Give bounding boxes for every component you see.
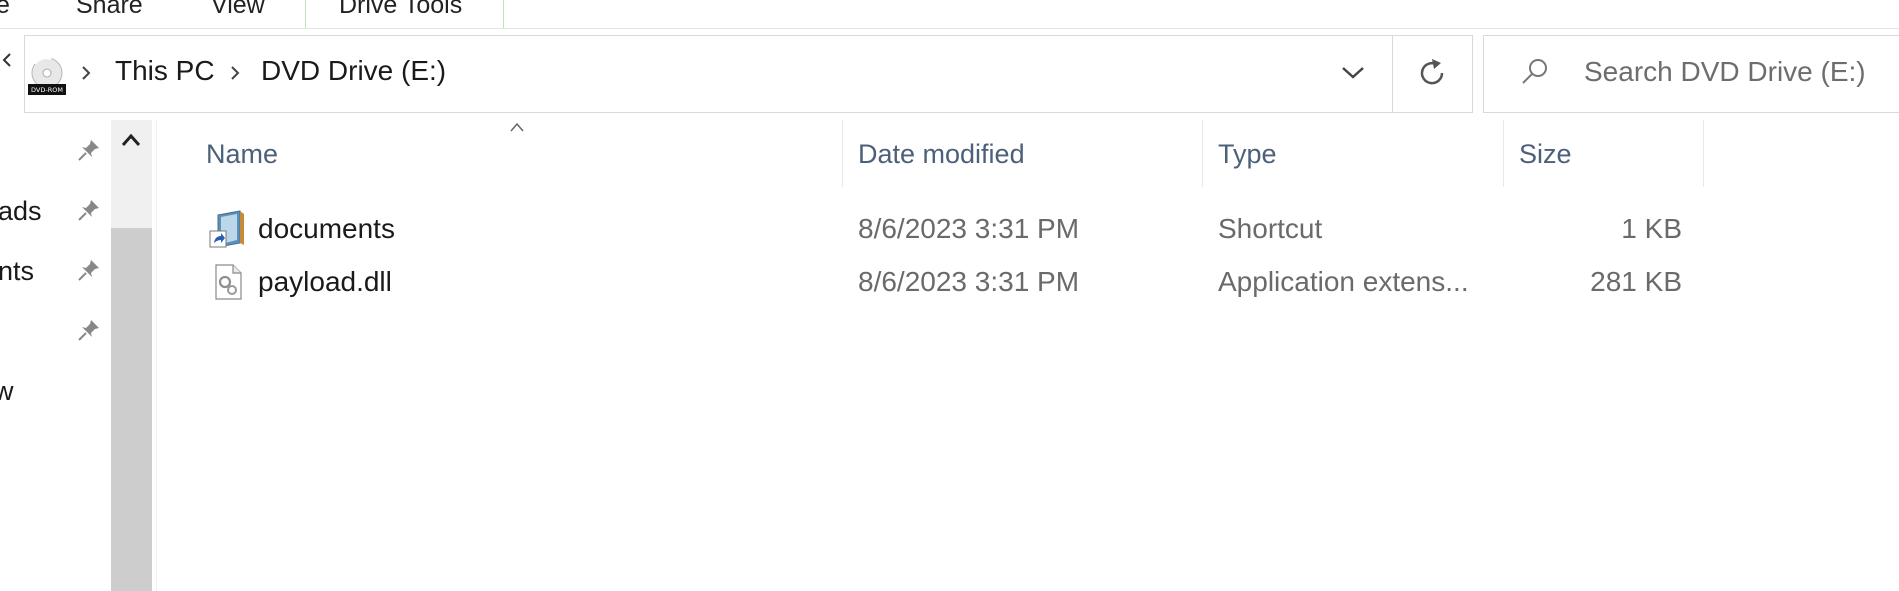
file-size: 1 KB bbox=[1621, 213, 1682, 244]
pane-divider[interactable] bbox=[156, 120, 157, 591]
file-size: 281 KB bbox=[1590, 266, 1682, 297]
shortcut-icon bbox=[209, 210, 244, 248]
dvd-rom-drive-icon: DVD-ROM bbox=[28, 57, 66, 95]
breadcrumb-chevron-icon[interactable] bbox=[80, 64, 92, 82]
column-header-name[interactable]: Name bbox=[206, 139, 278, 170]
scroll-up-arrow-icon[interactable] bbox=[111, 120, 152, 160]
pin-icon[interactable] bbox=[76, 257, 102, 283]
tab-file[interactable]: e bbox=[0, 0, 10, 20]
nav-item-documents[interactable]: nts bbox=[0, 256, 34, 287]
search-input[interactable]: Search DVD Drive (E:) bbox=[1584, 56, 1866, 88]
file-name[interactable]: payload.dll bbox=[258, 266, 392, 298]
search-icon bbox=[1522, 59, 1547, 84]
column-header-type[interactable]: Type bbox=[1218, 139, 1277, 170]
nav-scrollbar[interactable] bbox=[111, 120, 152, 591]
column-divider[interactable] bbox=[1703, 120, 1704, 187]
column-header-date-modified[interactable]: Date modified bbox=[858, 139, 1025, 170]
breadcrumb-dvd-drive[interactable]: DVD Drive (E:) bbox=[261, 55, 446, 87]
tab-view[interactable]: View bbox=[211, 0, 265, 20]
nav-item-downloads[interactable]: ads bbox=[0, 196, 42, 227]
chevron-down-icon[interactable] bbox=[1340, 63, 1366, 81]
column-divider[interactable] bbox=[1503, 120, 1504, 187]
nav-item-partial[interactable]: w bbox=[0, 376, 14, 407]
address-separator bbox=[1392, 35, 1393, 113]
column-divider[interactable] bbox=[1202, 120, 1203, 187]
pin-icon[interactable] bbox=[76, 317, 102, 343]
file-date-modified: 8/6/2023 3:31 PM bbox=[858, 213, 1080, 244]
address-bar[interactable] bbox=[24, 35, 1473, 113]
file-type: Application extens... bbox=[1218, 266, 1469, 297]
dvd-badge-label: DVD-ROM bbox=[31, 86, 63, 94]
file-name[interactable]: documents bbox=[258, 213, 395, 245]
sort-ascending-icon bbox=[510, 122, 524, 132]
file-row[interactable]: documents 8/6/2023 3:31 PM Shortcut 1 KB bbox=[160, 205, 1700, 257]
scroll-thumb[interactable] bbox=[111, 228, 152, 591]
pin-icon[interactable] bbox=[76, 197, 102, 223]
column-divider[interactable] bbox=[842, 120, 843, 187]
chevron-left-icon[interactable] bbox=[0, 50, 14, 70]
ribbon-bar: e Share View Drive Tools bbox=[0, 0, 1899, 29]
breadcrumb-chevron-icon[interactable] bbox=[229, 64, 241, 82]
column-header-size[interactable]: Size bbox=[1519, 139, 1572, 170]
dll-file-icon bbox=[215, 264, 242, 300]
tab-drive-tools[interactable]: Drive Tools bbox=[305, 0, 504, 28]
refresh-icon[interactable] bbox=[1415, 56, 1449, 90]
breadcrumb-this-pc[interactable]: This PC bbox=[115, 55, 215, 87]
file-date-modified: 8/6/2023 3:31 PM bbox=[858, 266, 1080, 297]
file-type: Shortcut bbox=[1218, 213, 1323, 244]
pin-icon[interactable] bbox=[76, 137, 102, 163]
tab-share[interactable]: Share bbox=[76, 0, 143, 20]
file-row[interactable]: payload.dll 8/6/2023 3:31 PM Application… bbox=[160, 258, 1700, 310]
tab-drive-tools-label: Drive Tools bbox=[339, 0, 463, 19]
